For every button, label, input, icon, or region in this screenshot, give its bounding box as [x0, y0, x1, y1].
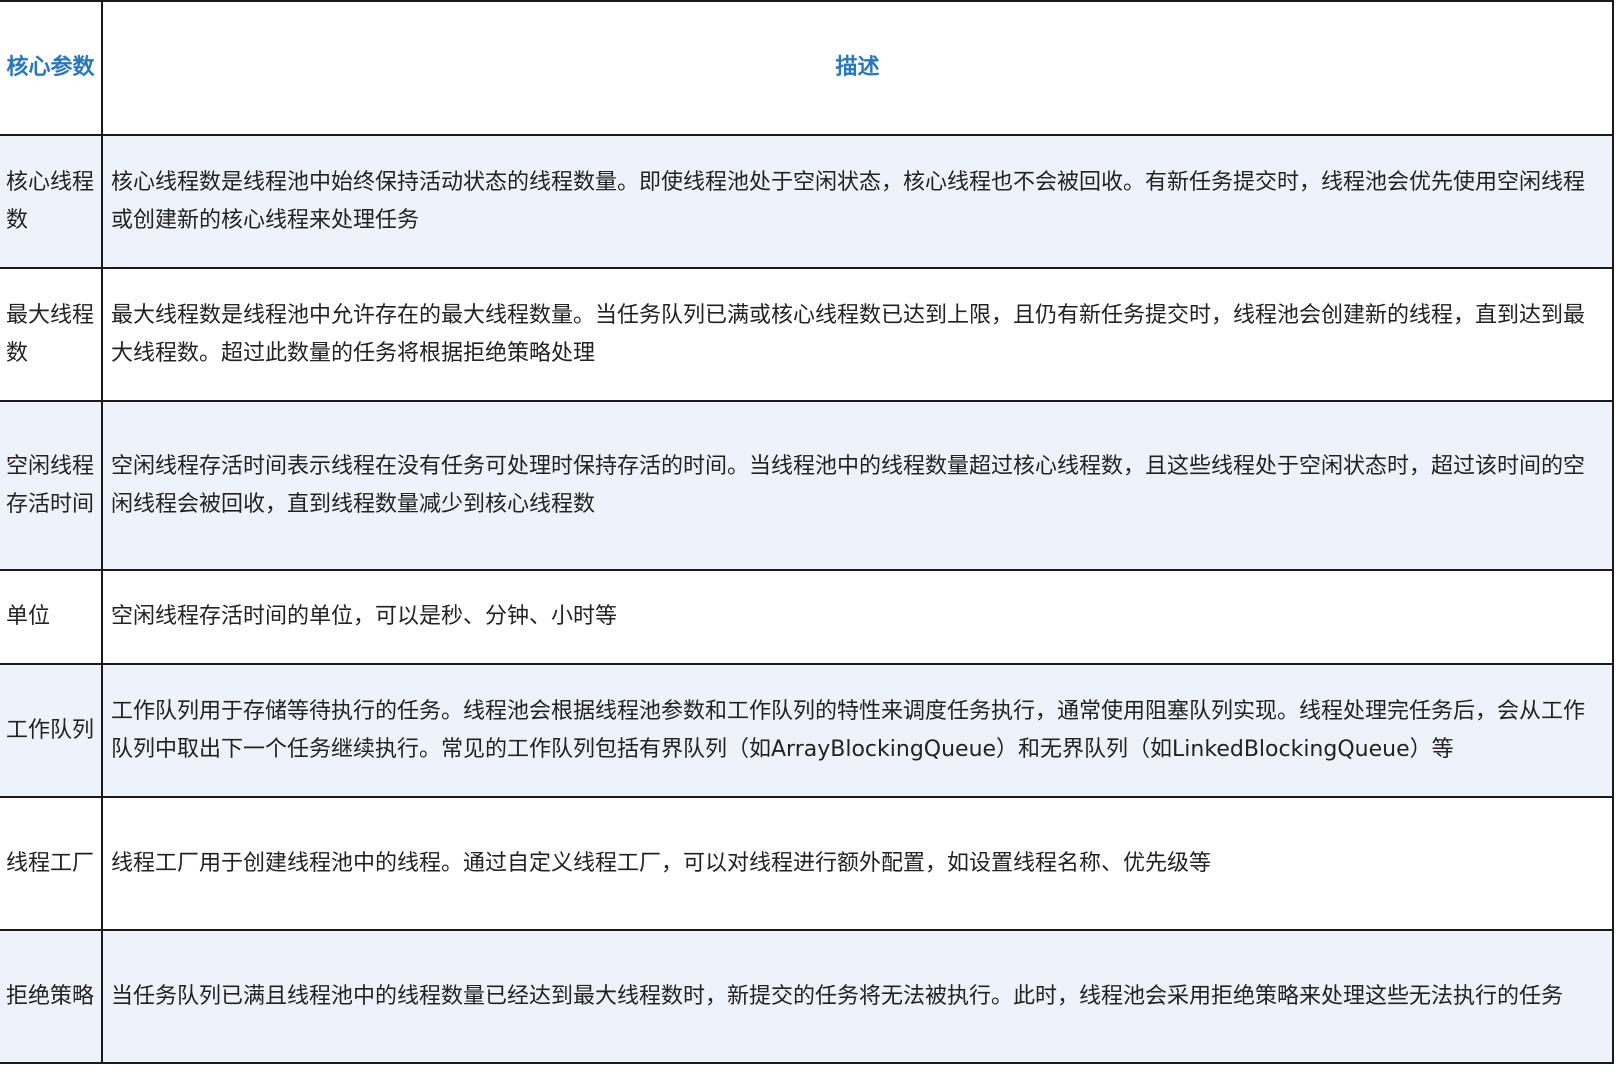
row-description: 空闲线程存活时间表示线程在没有任务可处理时保持存活的时间。当线程池中的线程数量超… — [101, 400, 1614, 571]
table-row: 空闲线程存活时间 空闲线程存活时间表示线程在没有任务可处理时保持存活的时间。当线… — [0, 400, 1614, 571]
header-description: 描述 — [101, 0, 1614, 136]
header-param-name: 核心参数 — [0, 0, 103, 136]
thread-pool-params-table: 核心参数 描述 核心线程数 核心线程数是线程池中始终保持活动状态的线程数量。即使… — [0, 0, 1614, 1064]
table-row: 单位 空闲线程存活时间的单位，可以是秒、分钟、小时等 — [0, 569, 1614, 665]
table-row: 线程工厂 线程工厂用于创建线程池中的线程。通过自定义线程工厂，可以对线程进行额外… — [0, 796, 1614, 931]
row-param-name: 工作队列 — [0, 663, 103, 798]
row-param-name: 最大线程数 — [0, 267, 103, 402]
table-row: 拒绝策略 当任务队列已满且线程池中的线程数量已经达到最大线程数时，新提交的任务将… — [0, 929, 1614, 1064]
row-description: 线程工厂用于创建线程池中的线程。通过自定义线程工厂，可以对线程进行额外配置，如设… — [101, 796, 1614, 931]
row-description: 工作队列用于存储等待执行的任务。线程池会根据线程池参数和工作队列的特性来调度任务… — [101, 663, 1614, 798]
table-header-row: 核心参数 描述 — [0, 0, 1614, 136]
row-param-name: 单位 — [0, 569, 103, 665]
row-description: 当任务队列已满且线程池中的线程数量已经达到最大线程数时，新提交的任务将无法被执行… — [101, 929, 1614, 1064]
table-row: 最大线程数 最大线程数是线程池中允许存在的最大线程数量。当任务队列已满或核心线程… — [0, 267, 1614, 402]
row-description: 最大线程数是线程池中允许存在的最大线程数量。当任务队列已满或核心线程数已达到上限… — [101, 267, 1614, 402]
table-row: 核心线程数 核心线程数是线程池中始终保持活动状态的线程数量。即使线程池处于空闲状… — [0, 134, 1614, 269]
row-param-name: 核心线程数 — [0, 134, 103, 269]
row-param-name: 线程工厂 — [0, 796, 103, 931]
row-description: 空闲线程存活时间的单位，可以是秒、分钟、小时等 — [101, 569, 1614, 665]
table-row: 工作队列 工作队列用于存储等待执行的任务。线程池会根据线程池参数和工作队列的特性… — [0, 663, 1614, 798]
row-param-name: 拒绝策略 — [0, 929, 103, 1064]
row-param-name: 空闲线程存活时间 — [0, 400, 103, 571]
row-description: 核心线程数是线程池中始终保持活动状态的线程数量。即使线程池处于空闲状态，核心线程… — [101, 134, 1614, 269]
